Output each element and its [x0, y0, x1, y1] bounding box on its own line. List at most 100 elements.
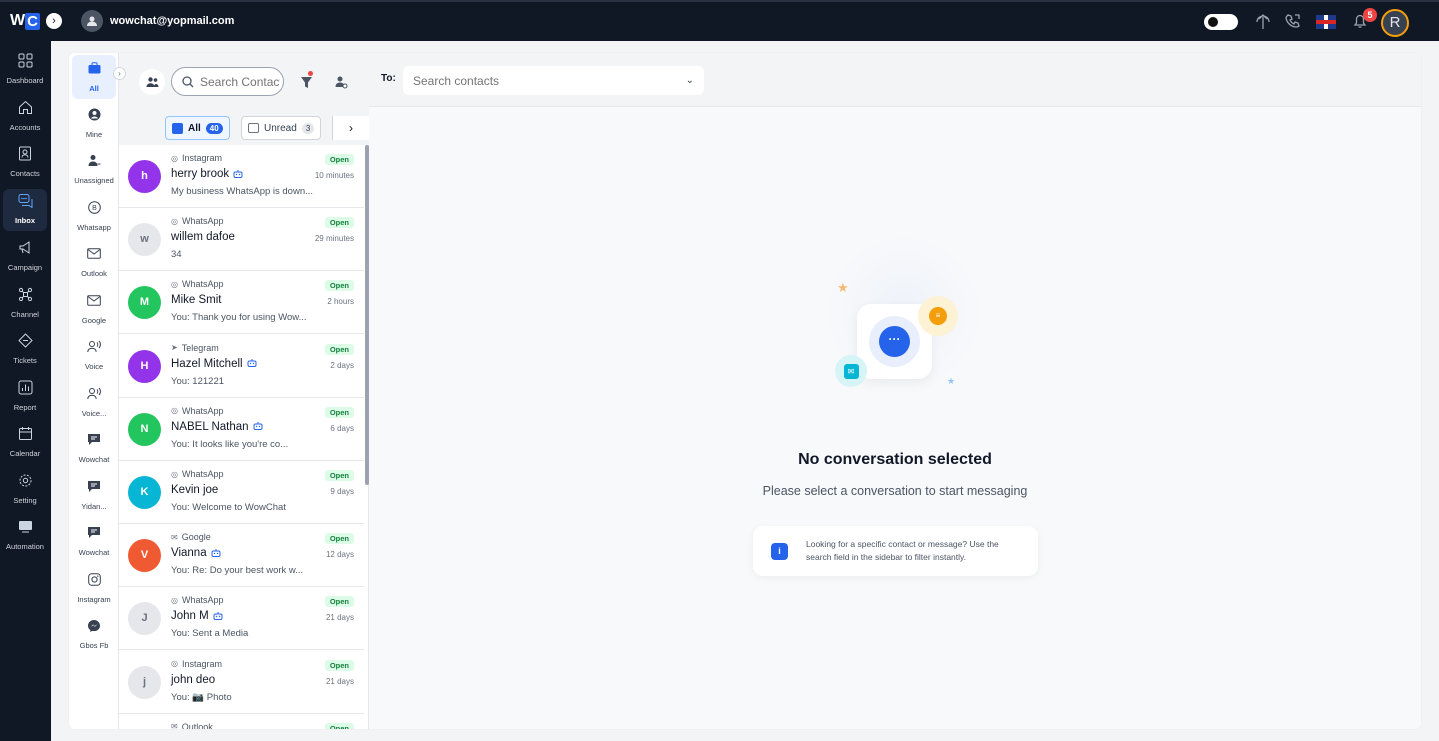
language-flag-icon[interactable]: [1316, 15, 1336, 29]
whatsapp-icon: ◎: [171, 216, 178, 226]
channel-gbos-fb[interactable]: Gbos Fb: [72, 612, 116, 656]
conversation-item[interactable]: h ◎ Instagram herry brook My business WhatsA…: [119, 145, 364, 208]
info-icon: i: [771, 542, 788, 560]
nav-item-accounts[interactable]: Accounts: [3, 96, 47, 138]
contact-name-text: Kevin joe: [171, 484, 219, 496]
message-preview: You: Sent a Media: [171, 628, 249, 640]
contact-name: john deo: [171, 674, 215, 686]
profile-avatar[interactable]: R: [1381, 9, 1409, 37]
instagram-icon: ◎: [171, 153, 178, 163]
conversation-time: 2 hours: [327, 297, 354, 307]
channel-whatsapp[interactable]: B Whatsapp: [72, 194, 116, 238]
channel-wowchat[interactable]: Wowchat: [72, 519, 116, 563]
contact-avatar: V: [128, 539, 161, 573]
nav-item-setting[interactable]: Setting: [3, 469, 47, 511]
status-badge: Open: [324, 470, 354, 481]
channel-instagram[interactable]: Instagram: [72, 566, 116, 610]
conversation-item[interactable]: M ◎ WhatsApp Mike Smit You: Thank you for us…: [119, 271, 364, 335]
channel-outlook[interactable]: Outlook: [72, 240, 116, 284]
bot-icon: [233, 169, 243, 180]
collapse-channels-icon[interactable]: ›: [113, 67, 126, 80]
tab-all-label: All: [188, 122, 201, 134]
conversation-item[interactable]: N ◎ WhatsApp NABEL Nathan You: It looks like…: [119, 397, 364, 461]
conversation-source: ◎ WhatsApp: [171, 469, 224, 479]
email-icon: ✉: [835, 355, 867, 387]
contact-name-text: NABEL Nathan: [171, 420, 249, 433]
channel-unassigned[interactable]: Unassigned: [72, 147, 116, 191]
channel-wowchat[interactable]: Wowchat: [72, 426, 116, 470]
channel-filter-sidebar: All Mine Unassigned B Whatsapp Outlook Google V…: [69, 53, 119, 729]
message-preview: You: It looks like you're co...: [171, 438, 289, 450]
conversation-source: ◎ WhatsApp: [171, 595, 224, 605]
instagram-icon: ◎: [171, 659, 178, 669]
nav-item-report[interactable]: Report: [3, 376, 47, 418]
tab-unread-icon: [248, 123, 259, 133]
nav-item-channel[interactable]: Channel: [3, 283, 47, 325]
filter-icon[interactable]: [293, 69, 319, 95]
channel-voice[interactable]: Voice: [72, 333, 116, 377]
theme-toggle[interactable]: [1204, 14, 1238, 30]
bot-icon: [213, 611, 223, 622]
tabs-scroll-right-icon[interactable]: ›: [332, 116, 369, 140]
conversation-item[interactable]: H ➤ Telegram Hazel Mitchell You: 121221 Open 2…: [119, 334, 364, 398]
conversation-list-panel: All 40 Unread 3 › h◎Instagramherry brook…: [119, 53, 369, 729]
conversation-item[interactable]: ✉ Outlook Open: [119, 713, 364, 729]
contact-name: Vianna: [171, 547, 221, 559]
conversation-item[interactable]: J ◎ WhatsApp John M You: Sent a Media Open 21 …: [119, 587, 364, 651]
contact-avatar: w: [128, 223, 161, 257]
channel-mine[interactable]: Mine: [72, 101, 116, 145]
report-icon: [18, 380, 33, 399]
channel-all[interactable]: All: [72, 55, 116, 99]
contact-avatar: H: [128, 349, 161, 383]
nav-item-contacts[interactable]: Contacts: [3, 142, 47, 184]
conversation-source: ◎ WhatsApp: [171, 406, 224, 416]
contacts-group-icon[interactable]: [139, 69, 165, 95]
app-logo[interactable]: W C ›: [10, 12, 62, 30]
contact-name: willem dafoe: [171, 231, 235, 243]
nav-item-inbox[interactable]: Inbox: [3, 189, 47, 231]
nav-item-calendar[interactable]: Calendar: [3, 422, 47, 464]
contact-avatar: N: [128, 412, 161, 446]
tab-unread[interactable]: Unread 3: [241, 116, 322, 140]
contact-name: Mike Smit: [171, 294, 221, 306]
logo-letter-w: W: [10, 12, 25, 29]
assign-user-icon[interactable]: [328, 69, 354, 95]
channel-google[interactable]: Google: [72, 287, 116, 331]
phone-icon[interactable]: [1285, 13, 1301, 33]
search-contacts-input[interactable]: [200, 74, 280, 89]
user-account[interactable]: wowchat@yopmail.com: [81, 10, 234, 32]
channel-yidan[interactable]: Yidan...: [72, 473, 116, 517]
tab-all[interactable]: All 40: [165, 116, 230, 140]
conversation-item[interactable]: K ◎ WhatsApp Kevin joe You: Welcome to WowCh…: [119, 461, 364, 524]
expand-sidebar-icon[interactable]: ›: [45, 13, 62, 29]
conversation-item[interactable]: V ✉ Google Vianna You: Re: Do your best work…: [119, 524, 364, 588]
automation-icon: [18, 519, 33, 538]
main-navigation: Dashboard Accounts Contacts Inbox Campaign Ch…: [0, 41, 51, 741]
to-contact-input[interactable]: [413, 73, 653, 88]
main-area: All Mine Unassigned B Whatsapp Outlook Google V…: [51, 41, 1439, 741]
status-badge: Open: [324, 343, 354, 355]
contact-avatar: M: [128, 286, 161, 320]
nav-item-label: Setting: [13, 496, 37, 505]
home-icon: [18, 100, 33, 119]
voice-icon: [87, 340, 101, 356]
to-contact-select[interactable]: ⌄: [403, 66, 704, 95]
megaphone-icon: [18, 240, 33, 259]
channel-label: Yidan...: [81, 502, 107, 511]
search-contacts-box[interactable]: [171, 67, 284, 96]
message-preview: 34: [171, 249, 182, 261]
conversation-time: 9 days: [330, 487, 354, 496]
nav-item-tickets[interactable]: Tickets: [3, 329, 47, 371]
nav-item-automation[interactable]: Automation: [3, 515, 47, 557]
instagram-icon: [87, 573, 101, 589]
source-label: WhatsApp: [181, 279, 224, 290]
signal-icon[interactable]: [1256, 13, 1270, 33]
status-badge: Open: [324, 533, 354, 545]
channel-voice[interactable]: Voice...: [72, 380, 116, 424]
conversation-item[interactable]: j ◎ Instagram john deo You: 📷 Photo Open 21 da…: [119, 650, 364, 714]
nav-item-label: Channel: [11, 310, 39, 319]
contact-name: herry brook: [171, 168, 243, 180]
conversation-item[interactable]: w ◎ WhatsApp willem dafoe 34 Open 29 minutes: [119, 208, 364, 272]
nav-item-dashboard[interactable]: Dashboard: [3, 49, 47, 91]
nav-item-campaign[interactable]: Campaign: [3, 236, 47, 278]
